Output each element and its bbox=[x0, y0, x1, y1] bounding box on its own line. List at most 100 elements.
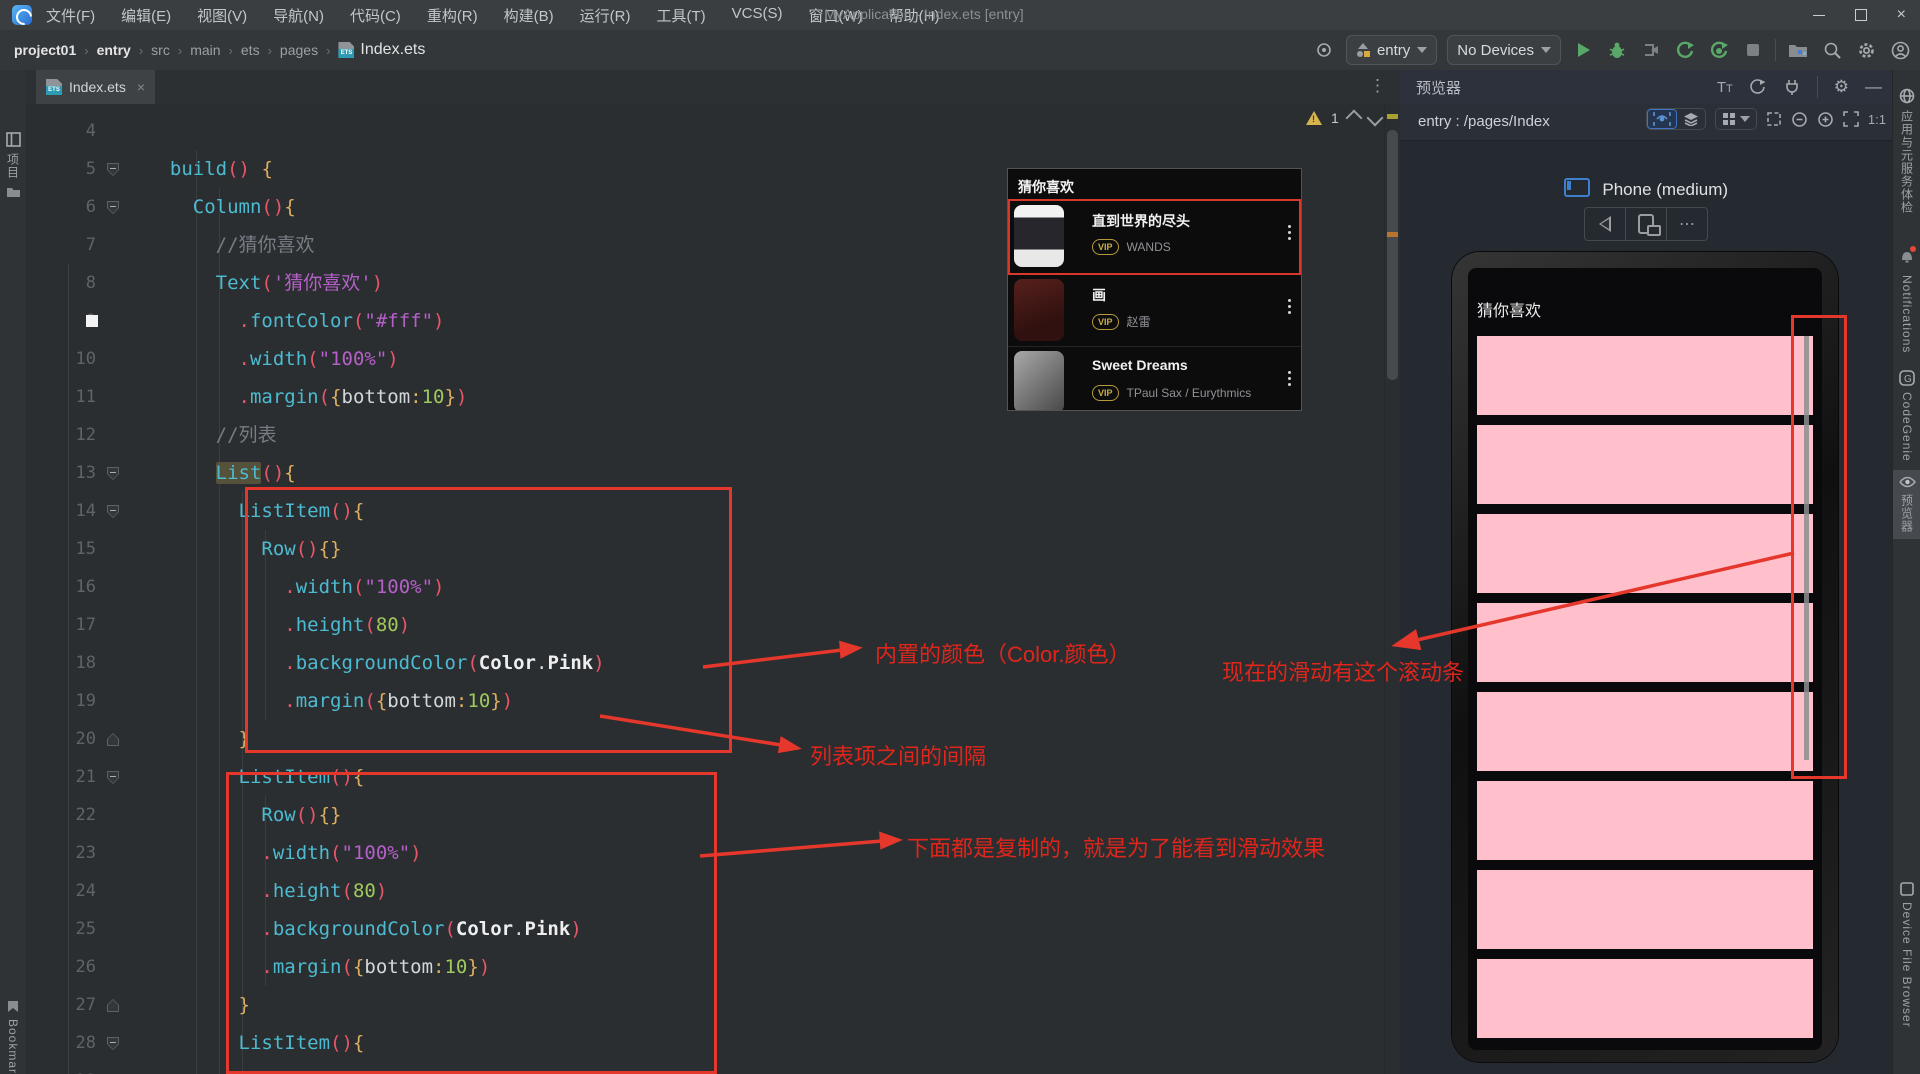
menu-item[interactable]: VCS(S) bbox=[732, 5, 783, 26]
rotate-left-icon[interactable] bbox=[1585, 208, 1626, 240]
device-manager-icon[interactable] bbox=[1786, 38, 1810, 62]
breadcrumb-item[interactable]: pages bbox=[280, 42, 318, 58]
close-icon[interactable]: × bbox=[1897, 7, 1906, 23]
breadcrumb-item[interactable]: src bbox=[151, 42, 170, 58]
chevron-down-icon bbox=[1740, 116, 1750, 122]
zoom-in-icon[interactable] bbox=[1817, 111, 1834, 128]
next-issue-icon[interactable] bbox=[1366, 110, 1383, 127]
code-text: build() { bbox=[130, 150, 273, 188]
tab-index-ets[interactable]: ETS Index.ets × bbox=[36, 70, 155, 104]
fold-end-icon[interactable] bbox=[107, 999, 119, 1012]
breadcrumb-item[interactable]: ets bbox=[241, 42, 260, 58]
code-line[interactable]: 4 bbox=[26, 112, 1384, 150]
tab-close-icon[interactable]: × bbox=[137, 79, 145, 95]
menu-item[interactable]: 编辑(E) bbox=[121, 5, 171, 26]
line-number: 21 bbox=[26, 767, 96, 787]
debug-button[interactable] bbox=[1605, 38, 1629, 62]
zoom-ratio-label[interactable]: 1:1 bbox=[1868, 112, 1886, 127]
more-options-icon[interactable] bbox=[1288, 299, 1291, 314]
list-item-row[interactable] bbox=[1477, 603, 1813, 682]
list-item-row[interactable] bbox=[1477, 781, 1813, 860]
minimize-icon[interactable] bbox=[1813, 15, 1825, 16]
tool-item-app-service-check[interactable]: 应用与元服务体检 bbox=[1893, 88, 1920, 214]
fold-collapse-icon[interactable] bbox=[107, 505, 119, 518]
fold-end-icon[interactable] bbox=[107, 733, 119, 746]
sidebar-item-bookmarks[interactable]: Bookmarks bbox=[0, 1000, 26, 1074]
fold-collapse-icon[interactable] bbox=[107, 163, 119, 176]
list-item-row[interactable] bbox=[1477, 959, 1813, 1038]
plug-icon[interactable] bbox=[1783, 78, 1801, 96]
menu-item[interactable]: 导航(N) bbox=[273, 5, 324, 26]
scrollbar-thumb[interactable] bbox=[1387, 130, 1398, 380]
breadcrumb-item[interactable]: project01 bbox=[14, 42, 76, 58]
list-item-row[interactable] bbox=[1477, 336, 1813, 415]
list-item-row[interactable] bbox=[1477, 514, 1813, 593]
prev-issue-icon[interactable] bbox=[1345, 110, 1362, 127]
fold-gutter bbox=[96, 340, 130, 378]
line-number: 23 bbox=[26, 843, 96, 863]
stop-button[interactable] bbox=[1741, 38, 1765, 62]
menu-item[interactable]: 视图(V) bbox=[197, 5, 247, 26]
tab-list-more-icon[interactable]: ⋮ bbox=[1369, 76, 1386, 96]
sidebar-item-project[interactable]: 项目 bbox=[0, 132, 26, 198]
fold-collapse-icon[interactable] bbox=[107, 1037, 119, 1050]
list-item-row[interactable] bbox=[1477, 692, 1813, 771]
module-select[interactable]: entry bbox=[1346, 35, 1437, 65]
menu-item[interactable]: 重构(R) bbox=[427, 5, 478, 26]
breadcrumb-separator-icon: › bbox=[268, 43, 272, 58]
refresh-icon[interactable] bbox=[1749, 78, 1767, 96]
layout-grid-icon[interactable] bbox=[1716, 109, 1756, 129]
line-number: 25 bbox=[26, 919, 96, 939]
fit-screen-icon[interactable] bbox=[1843, 111, 1859, 127]
fold-gutter bbox=[96, 606, 130, 644]
breadcrumb-file[interactable]: ETS Index.ets bbox=[338, 41, 425, 59]
fold-collapse-icon[interactable] bbox=[107, 201, 119, 214]
line-number: 19 bbox=[26, 691, 96, 711]
more-options-icon[interactable]: ⋯ bbox=[1667, 208, 1707, 240]
rerun-debug-button[interactable] bbox=[1707, 38, 1731, 62]
run-button[interactable] bbox=[1571, 38, 1595, 62]
tool-item-codegenie[interactable]: G CodeGenie bbox=[1893, 370, 1920, 462]
settings-gear-icon[interactable] bbox=[1854, 38, 1878, 62]
breadcrumb-item[interactable]: main bbox=[190, 42, 220, 58]
line-number: 6 bbox=[26, 197, 96, 217]
hide-panel-icon[interactable]: — bbox=[1865, 77, 1882, 97]
menu-item[interactable]: 文件(F) bbox=[46, 5, 95, 26]
phone-mockup: 猜你喜欢 bbox=[1452, 252, 1838, 1062]
ets-file-icon: ETS bbox=[338, 42, 354, 58]
fold-gutter bbox=[96, 530, 130, 568]
fold-collapse-icon[interactable] bbox=[107, 771, 119, 784]
fold-gutter bbox=[96, 1024, 130, 1062]
search-icon[interactable] bbox=[1820, 38, 1844, 62]
attach-profiler-icon[interactable] bbox=[1639, 38, 1663, 62]
code-line[interactable]: 12 //列表 bbox=[26, 416, 1384, 454]
frame-select-icon[interactable] bbox=[1766, 111, 1782, 127]
tool-item-notifications[interactable]: Notifications bbox=[1893, 248, 1920, 353]
locate-target-icon[interactable] bbox=[1312, 38, 1336, 62]
list-item-row[interactable] bbox=[1477, 425, 1813, 504]
profile-icon[interactable] bbox=[1888, 38, 1912, 62]
text-size-icon[interactable]: TT bbox=[1717, 79, 1733, 96]
device-select[interactable]: No Devices bbox=[1447, 35, 1561, 65]
previewer-settings-gear-icon[interactable]: ⚙ bbox=[1834, 77, 1849, 97]
preview-mode-icon[interactable] bbox=[1647, 109, 1677, 129]
zoom-out-icon[interactable] bbox=[1791, 111, 1808, 128]
fold-collapse-icon[interactable] bbox=[107, 467, 119, 480]
menu-item[interactable]: 代码(C) bbox=[350, 5, 401, 26]
breadcrumb-item[interactable]: entry bbox=[97, 42, 131, 58]
menu-item[interactable]: 运行(R) bbox=[580, 5, 631, 26]
list-item-row[interactable] bbox=[1477, 870, 1813, 949]
right-tool-strip: 应用与元服务体检 Notifications G CodeGenie 预览器 D… bbox=[1892, 70, 1920, 1074]
inspections-widget[interactable]: ! 1 bbox=[1306, 110, 1381, 126]
maximize-icon[interactable] bbox=[1855, 9, 1867, 21]
component-tree-icon[interactable] bbox=[1677, 109, 1705, 129]
menu-item[interactable]: 构建(B) bbox=[504, 5, 554, 26]
rotate-device-icon[interactable] bbox=[1626, 208, 1667, 240]
rerun-button[interactable] bbox=[1673, 38, 1697, 62]
annotation-scrollbar: 现在的滑动有这个滚动条 bbox=[1222, 655, 1464, 687]
more-options-icon[interactable] bbox=[1288, 371, 1291, 386]
tool-item-previewer[interactable]: 预览器 bbox=[1893, 470, 1920, 539]
menu-item[interactable]: 工具(T) bbox=[656, 5, 705, 26]
tool-item-device-file-browser[interactable]: Device File Browser bbox=[1893, 882, 1920, 1028]
editor-scrollbar[interactable] bbox=[1384, 104, 1401, 1074]
